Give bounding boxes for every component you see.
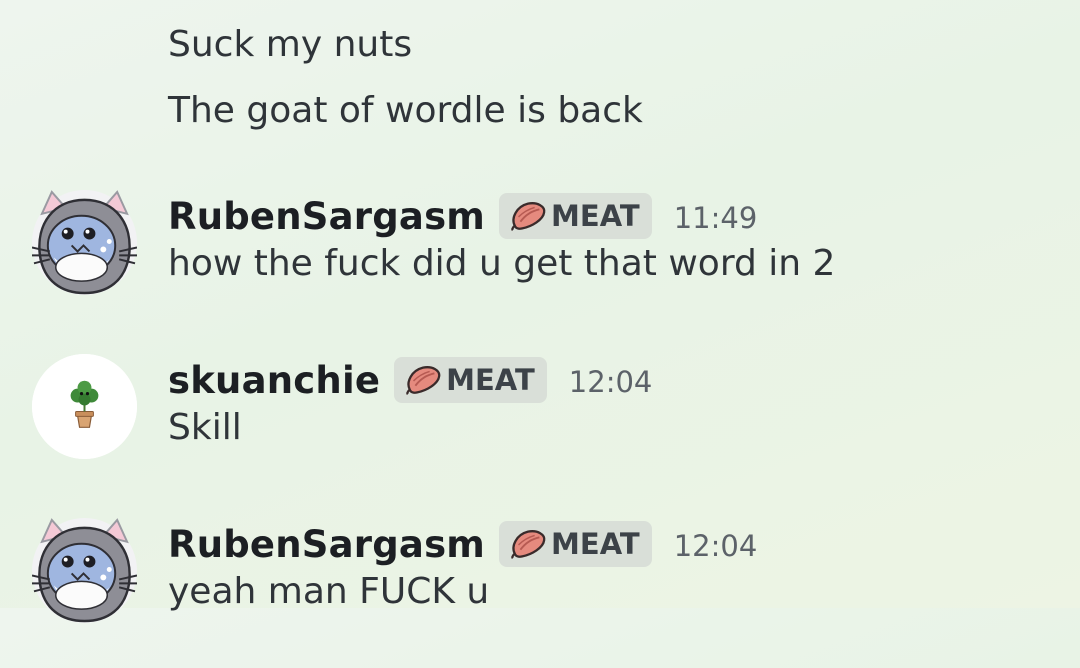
role-tag[interactable]: MEAT xyxy=(394,357,547,403)
message-text-continuation: The goat of wordle is back xyxy=(168,90,643,131)
meat-icon xyxy=(509,528,547,560)
message-header: skuanchie MEAT 12:04 xyxy=(168,354,652,406)
message-header: RubenSargasm MEAT 12:04 xyxy=(168,518,757,570)
chat-message: skuanchie MEAT 12:04 Skill xyxy=(0,354,1080,504)
timestamp: 12:04 xyxy=(568,365,653,399)
chat-message: RubenSargasm MEAT 12:04 yeah man FUCK u xyxy=(0,518,1080,668)
timestamp: 12:04 xyxy=(673,529,758,563)
message-text: how the fuck did u get that word in 2 xyxy=(168,243,836,284)
role-name: MEAT xyxy=(551,527,640,561)
timestamp: 11:49 xyxy=(673,201,758,235)
chat-message: RubenSargasm MEAT 11:49 how the fuck did… xyxy=(0,190,1080,340)
message-header: RubenSargasm MEAT 11:49 xyxy=(168,190,757,242)
message-text-continuation: Suck my nuts xyxy=(168,24,413,65)
username[interactable]: RubenSargasm xyxy=(168,195,485,238)
username[interactable]: skuanchie xyxy=(168,359,380,402)
potted-plant-avatar[interactable] xyxy=(32,354,137,459)
meat-icon xyxy=(404,364,442,396)
username[interactable]: RubenSargasm xyxy=(168,523,485,566)
message-text: Skill xyxy=(168,407,242,448)
role-name: MEAT xyxy=(551,199,640,233)
role-tag[interactable]: MEAT xyxy=(499,193,652,239)
role-tag[interactable]: MEAT xyxy=(499,521,652,567)
role-name: MEAT xyxy=(446,363,535,397)
chat-message-list: Suck my nuts The goat of wordle is back … xyxy=(0,0,1080,608)
meat-icon xyxy=(509,200,547,232)
shark-cat-hood-avatar[interactable] xyxy=(32,190,137,295)
shark-cat-hood-avatar[interactable] xyxy=(32,518,137,623)
message-text: yeah man FUCK u xyxy=(168,571,490,612)
